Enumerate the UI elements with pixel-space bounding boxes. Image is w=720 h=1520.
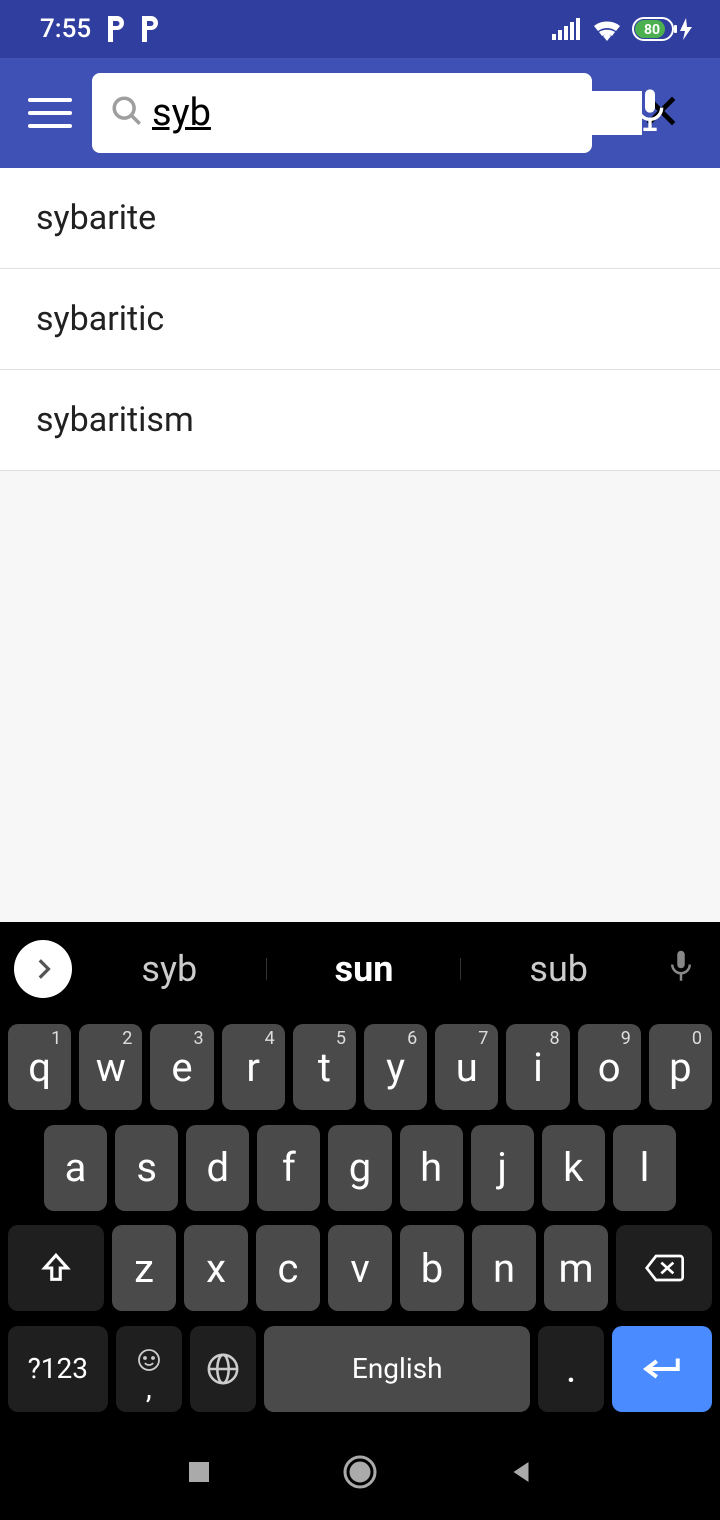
p-icon: [139, 16, 159, 42]
language-key[interactable]: [190, 1326, 256, 1412]
recents-button[interactable]: [184, 1457, 214, 1491]
search-box[interactable]: [92, 73, 592, 153]
search-input[interactable]: [152, 91, 642, 135]
keyboard-row-2: a s d f g h j k l: [8, 1125, 712, 1211]
wifi-icon: [592, 17, 622, 41]
suggestion-2[interactable]: sun: [267, 948, 462, 990]
key-a[interactable]: a: [44, 1125, 107, 1211]
expand-button[interactable]: [14, 940, 72, 998]
keyboard-mic-button[interactable]: [656, 948, 706, 990]
content-area: [0, 471, 720, 933]
key-u[interactable]: u7: [435, 1024, 498, 1110]
key-k[interactable]: k: [542, 1125, 605, 1211]
p-icon: [105, 16, 125, 42]
result-item[interactable]: sybarite: [0, 168, 720, 269]
key-i[interactable]: i8: [506, 1024, 569, 1110]
keyboard-row-1: q1 w2 e3 r4 t5 y6 u7 i8 o9 p0: [8, 1024, 712, 1110]
status-time: 7:55: [40, 14, 91, 44]
key-t[interactable]: t5: [293, 1024, 356, 1110]
key-c[interactable]: c: [256, 1225, 320, 1311]
emoji-key[interactable]: ,: [116, 1326, 182, 1412]
menu-button[interactable]: [28, 91, 72, 135]
svg-text:80: 80: [644, 22, 660, 38]
key-s[interactable]: s: [115, 1125, 178, 1211]
key-r[interactable]: r4: [222, 1024, 285, 1110]
key-o[interactable]: o9: [578, 1024, 641, 1110]
status-bar: 7:55 80: [0, 0, 720, 58]
navigation-bar: [0, 1428, 720, 1520]
keyboard-row-4: ?123 , English .: [8, 1326, 712, 1412]
keyboard: syb sun sub q1 w2 e3 r4 t5 y6 u7 i8 o9 p…: [0, 922, 720, 1428]
key-d[interactable]: d: [186, 1125, 249, 1211]
key-n[interactable]: n: [472, 1225, 536, 1311]
key-f[interactable]: f: [257, 1125, 320, 1211]
shift-key[interactable]: [8, 1225, 104, 1311]
key-h[interactable]: h: [400, 1125, 463, 1211]
key-y[interactable]: y6: [364, 1024, 427, 1110]
key-e[interactable]: e3: [150, 1024, 213, 1110]
keyboard-row-3: z x c v b n m: [8, 1225, 712, 1311]
key-g[interactable]: g: [328, 1125, 391, 1211]
key-l[interactable]: l: [613, 1125, 676, 1211]
suggestion-bar: syb sun sub: [0, 922, 720, 1016]
search-results: sybarite sybaritic sybaritism: [0, 168, 720, 471]
key-x[interactable]: x: [184, 1225, 248, 1311]
key-w[interactable]: w2: [79, 1024, 142, 1110]
enter-key[interactable]: [612, 1326, 712, 1412]
period-key[interactable]: .: [538, 1326, 604, 1412]
key-v[interactable]: v: [328, 1225, 392, 1311]
key-q[interactable]: q1: [8, 1024, 71, 1110]
key-b[interactable]: b: [400, 1225, 464, 1311]
back-button[interactable]: [506, 1457, 536, 1491]
voice-search-button[interactable]: [630, 87, 670, 139]
home-button[interactable]: [342, 1454, 378, 1494]
key-j[interactable]: j: [471, 1125, 534, 1211]
key-m[interactable]: m: [544, 1225, 608, 1311]
battery-icon: 80: [632, 17, 692, 41]
suggestion-1[interactable]: syb: [72, 948, 267, 990]
search-icon: [110, 94, 144, 132]
app-bar: [0, 58, 720, 168]
key-p[interactable]: p0: [649, 1024, 712, 1110]
space-key[interactable]: English: [264, 1326, 530, 1412]
suggestion-3[interactable]: sub: [461, 948, 656, 990]
symbols-key[interactable]: ?123: [8, 1326, 108, 1412]
backspace-key[interactable]: [616, 1225, 712, 1311]
signal-icon: [552, 18, 582, 40]
key-z[interactable]: z: [112, 1225, 176, 1311]
result-item[interactable]: sybaritic: [0, 269, 720, 370]
result-item[interactable]: sybaritism: [0, 370, 720, 471]
